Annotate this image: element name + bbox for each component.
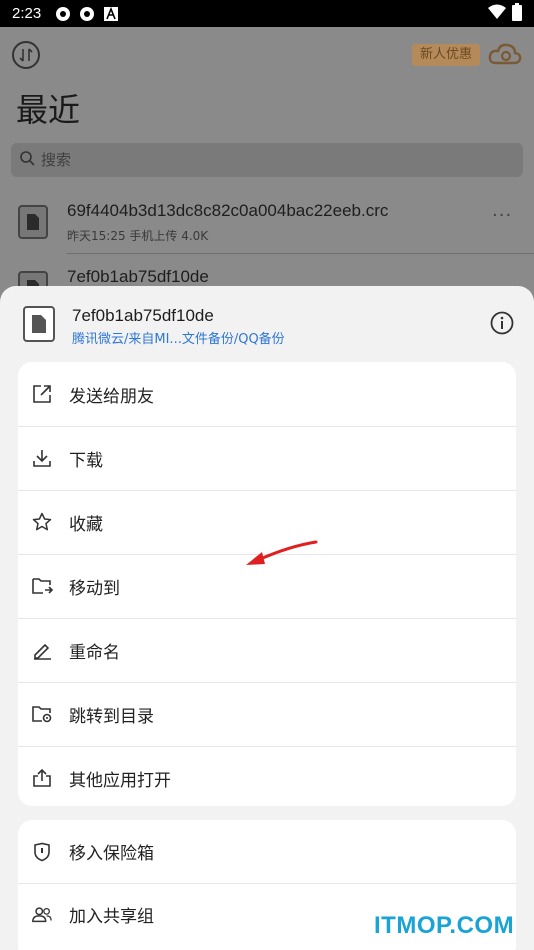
file-name: 7ef0b1ab75df10de bbox=[67, 267, 209, 286]
transfer-icon[interactable] bbox=[12, 41, 40, 69]
file-name: 69f4404b3d13dc8c82c0a004bac22eeb.crc bbox=[67, 201, 389, 220]
wifi-icon bbox=[488, 4, 506, 24]
search-bar[interactable] bbox=[11, 143, 523, 177]
download-icon bbox=[31, 447, 53, 469]
open-with-other-app-button[interactable]: 其他应用打开 bbox=[18, 746, 516, 806]
download-button[interactable]: 下载 bbox=[18, 426, 516, 490]
sheet-file-name: 7ef0b1ab75df10de bbox=[72, 306, 214, 325]
action-sheet: 7ef0b1ab75df10de 腾讯微云/来自MI...文件备份/QQ备份 发… bbox=[0, 286, 534, 950]
open-with-icon bbox=[31, 767, 53, 789]
rename-button[interactable]: 重命名 bbox=[18, 618, 516, 682]
promo-badge[interactable]: 新人优惠 bbox=[412, 44, 481, 66]
search-input[interactable] bbox=[41, 151, 481, 169]
text-a-icon bbox=[103, 6, 119, 22]
send-to-friend-button[interactable]: 发送给朋友 bbox=[18, 362, 516, 426]
cloud-icon[interactable] bbox=[488, 41, 522, 69]
file-row[interactable]: 69f4404b3d13dc8c82c0a004bac22eeb.crc 昨天1… bbox=[0, 191, 534, 255]
battery-icon bbox=[512, 2, 522, 25]
move-to-safe-button[interactable]: 移入保险箱 bbox=[18, 820, 516, 883]
more-options-icon[interactable]: ··· bbox=[492, 205, 512, 226]
file-meta: 昨天15:25 手机上传 4.0K bbox=[67, 229, 209, 243]
red-arrow-annotation bbox=[246, 540, 318, 565]
status-bar: 2:23 bbox=[0, 0, 534, 27]
file-icon bbox=[23, 306, 55, 342]
status-time: 2:23 bbox=[12, 5, 42, 22]
settings-gear-icon bbox=[79, 6, 95, 22]
primary-actions-card: 发送给朋友 下载 收藏 移动到 重命名 跳转到目录 其他应用打开 bbox=[18, 362, 516, 806]
star-icon bbox=[31, 511, 53, 533]
settings-gear-icon bbox=[55, 6, 71, 22]
sheet-header: 7ef0b1ab75df10de 腾讯微云/来自MI...文件备份/QQ备份 bbox=[0, 286, 534, 360]
top-bar: 新人优惠 bbox=[0, 41, 534, 69]
pencil-icon bbox=[31, 639, 53, 661]
go-to-folder-button[interactable]: 跳转到目录 bbox=[18, 682, 516, 746]
watermark: ITMOP.COM bbox=[374, 912, 515, 939]
share-external-icon bbox=[31, 383, 53, 405]
row-divider bbox=[67, 253, 534, 254]
group-icon bbox=[31, 904, 53, 926]
sheet-file-path[interactable]: 腾讯微云/来自MI...文件备份/QQ备份 bbox=[72, 328, 285, 347]
shield-icon bbox=[31, 841, 53, 863]
folder-locate-icon bbox=[31, 703, 53, 725]
folder-move-icon bbox=[31, 575, 53, 597]
info-icon[interactable] bbox=[490, 311, 514, 335]
file-icon bbox=[18, 205, 48, 239]
page-title: 最近 bbox=[16, 91, 81, 129]
search-icon bbox=[19, 150, 35, 170]
